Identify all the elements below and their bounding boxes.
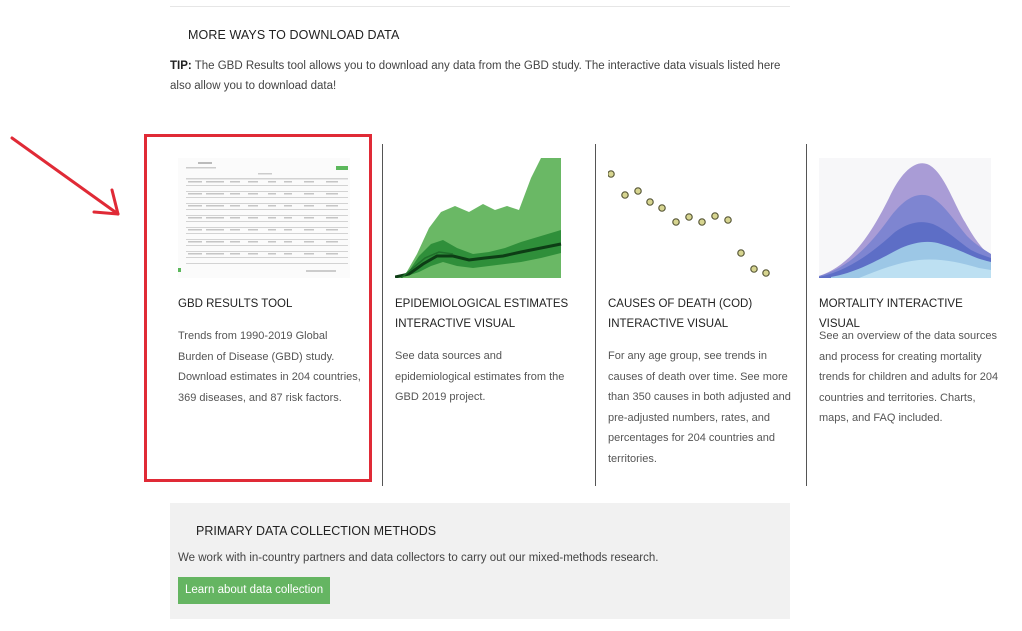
panel-heading: PRIMARY DATA COLLECTION METHODS [196,524,437,538]
card-title[interactable]: CAUSES OF DEATH (COD) INTERACTIVE VISUAL [608,294,788,334]
card-causes-of-death[interactable]: CAUSES OF DEATH (COD) INTERACTIVE VISUAL… [595,144,805,486]
card-mortality[interactable]: MORTALITY INTERACTIVE VISUAL See an over… [806,144,1016,486]
panel-text: We work with in-country partners and dat… [178,552,659,564]
card-description: See an overview of the data sources and … [819,330,999,424]
card-epi-estimates[interactable]: EPIDEMIOLOGICAL ESTIMATES INTERACTIVE VI… [382,144,592,486]
primary-data-panel: PRIMARY DATA COLLECTION METHODS We work … [170,503,790,619]
card-description: For any age group, see trends in causes … [608,350,791,465]
learn-about-data-collection-button[interactable]: Learn about data collection [178,577,331,604]
mortality-chart-thumbnail[interactable] [819,158,991,278]
card-description: See data sources and epidemiological est… [395,350,565,403]
tip-text: TIP: The GBD Results tool allows you to … [170,56,790,96]
section-heading: MORE WAYS TO DOWNLOAD DATA [188,28,400,42]
cod-chart-thumbnail[interactable] [608,158,780,278]
highlight-box [144,134,372,482]
tip-label: TIP: [170,60,192,72]
card-title[interactable]: EPIDEMIOLOGICAL ESTIMATES INTERACTIVE VI… [395,294,575,334]
column-divider [595,144,596,486]
column-divider [806,144,807,486]
tip-body: The GBD Results tool allows you to downl… [170,60,781,92]
column-divider [382,144,383,486]
epi-estimates-chart-thumbnail[interactable] [395,158,567,278]
top-divider [170,6,790,7]
red-arrow-icon [10,136,120,216]
